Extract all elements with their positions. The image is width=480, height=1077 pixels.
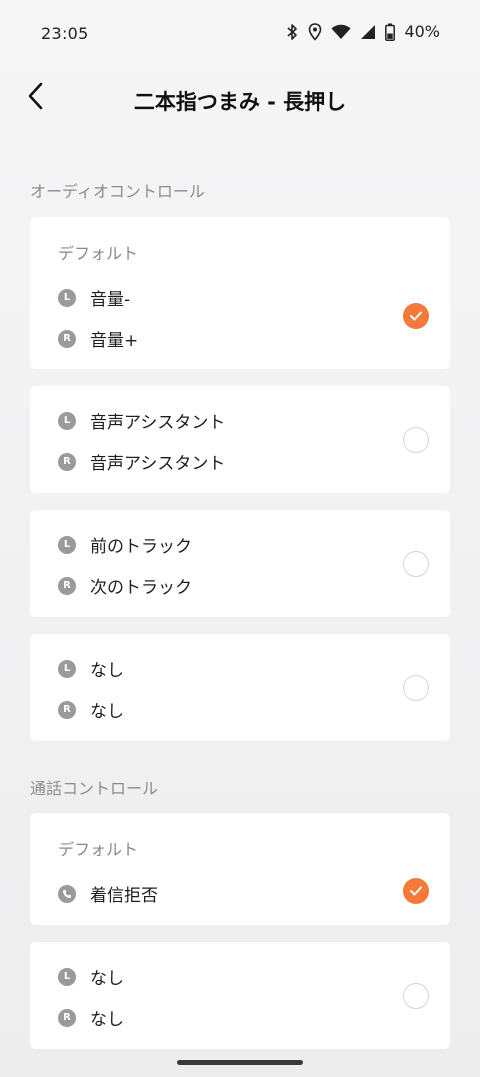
right-earbud-icon: R [58, 1008, 76, 1027]
radio-selected[interactable] [403, 303, 429, 329]
option-card-default-volume[interactable]: デフォルト L 音量- R 音量+ [30, 217, 450, 369]
page-title: 二本指つまみ - 長押し [133, 90, 347, 114]
right-action: なし [90, 1010, 124, 1030]
right-earbud-row: R 音量+ [58, 326, 138, 351]
right-earbud-row: R なし [58, 697, 124, 722]
section-label-call-control: 通話コントロール [30, 779, 159, 798]
home-indicator[interactable] [177, 1060, 303, 1065]
left-action: なし [90, 661, 124, 681]
right-action: なし [90, 702, 124, 722]
battery-icon [385, 23, 396, 41]
option-card-call-none[interactable]: L なし R なし [30, 942, 450, 1049]
right-earbud-icon: R [58, 700, 76, 719]
right-earbud-row: R なし [58, 1005, 124, 1030]
radio-unselected[interactable] [403, 675, 429, 701]
wifi-icon [331, 24, 351, 40]
left-action: なし [90, 969, 124, 989]
left-earbud-row: L 音量- [58, 285, 130, 310]
left-action: 前のトラック [90, 537, 192, 557]
right-earbud-icon: R [58, 452, 76, 471]
right-action: 音量+ [90, 331, 139, 351]
radio-selected[interactable] [403, 878, 429, 904]
option-card-voice-assistant[interactable]: L 音声アシスタント R 音声アシスタント [30, 386, 450, 493]
checkmark-icon [409, 307, 423, 326]
option-card-default-call[interactable]: デフォルト 着信拒否 [30, 813, 450, 925]
right-earbud-row: R 次のトラック [58, 573, 192, 598]
status-bar: 23:05 40% [0, 0, 480, 68]
option-title: デフォルト [58, 244, 139, 263]
left-earbud-icon: L [58, 411, 76, 430]
left-earbud-row: L 前のトラック [58, 532, 192, 557]
left-earbud-icon: L [58, 659, 76, 678]
right-earbud-icon: R [58, 329, 76, 348]
section-label-audio-control: オーディオコントロール [30, 182, 205, 201]
left-action: 音声アシスタント [90, 413, 226, 433]
header: 二本指つまみ - 長押し [0, 68, 480, 130]
left-earbud-row: L 音声アシスタント [58, 408, 225, 433]
option-card-track-control[interactable]: L 前のトラック R 次のトラック [30, 510, 450, 617]
call-action: 着信拒否 [90, 886, 158, 906]
option-title: デフォルト [58, 840, 139, 859]
radio-unselected[interactable] [403, 427, 429, 453]
right-earbud-row: R 音声アシスタント [58, 449, 225, 474]
option-card-none[interactable]: L なし R なし [30, 634, 450, 741]
left-earbud-icon: L [58, 288, 76, 307]
status-time: 23:05 [41, 24, 89, 43]
left-earbud-icon: L [58, 535, 76, 554]
battery-percent: 40% [404, 22, 440, 41]
bluetooth-icon [285, 23, 299, 41]
status-icons: 40% [285, 22, 440, 41]
location-icon [308, 22, 322, 41]
left-action: 音量- [90, 290, 131, 310]
phone-icon [58, 884, 76, 903]
radio-unselected[interactable] [403, 983, 429, 1009]
left-earbud-row: L なし [58, 656, 124, 681]
right-earbud-icon: R [58, 576, 76, 595]
left-earbud-icon: L [58, 967, 76, 986]
left-earbud-row: L なし [58, 964, 124, 989]
radio-unselected[interactable] [403, 551, 429, 577]
call-row: 着信拒否 [58, 881, 158, 906]
right-action: 次のトラック [90, 578, 192, 598]
right-action: 音声アシスタント [90, 454, 226, 474]
checkmark-icon [409, 882, 423, 901]
cellular-signal-icon [360, 24, 376, 40]
